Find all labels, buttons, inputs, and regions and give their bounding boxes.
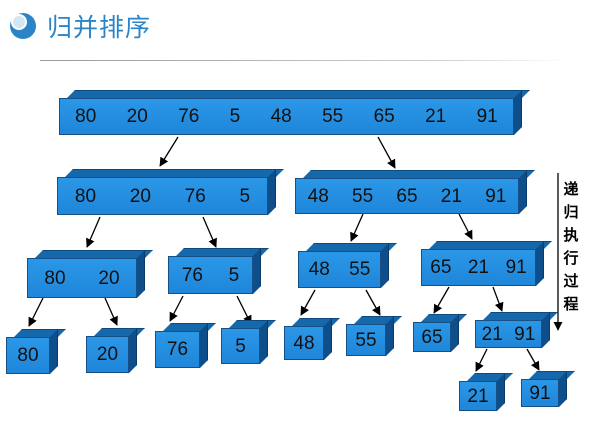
array-value: 48 (308, 259, 330, 280)
array-box-left-half: 80 20 76 5 (57, 169, 284, 215)
array-value: 48 (293, 332, 315, 354)
array-value: 21 (467, 385, 489, 407)
array-value: 65 (430, 257, 452, 278)
array-value: 21 (425, 106, 447, 127)
array-value: 65 (396, 185, 418, 207)
array-box-level2: 76 5 (168, 248, 269, 294)
array-value: 5 (228, 264, 240, 286)
arrow (377, 136, 396, 169)
arrow (526, 348, 540, 371)
array-value: 5 (229, 106, 241, 127)
array-value: 20 (129, 185, 151, 207)
array-value: 76 (181, 264, 203, 286)
array-value: 80 (74, 185, 97, 207)
array-value: 91 (529, 382, 551, 404)
array-box-leaf: 80 (6, 329, 66, 374)
array-value: 55 (349, 259, 371, 280)
arrow (475, 348, 488, 372)
array-box-leaf: 48 (284, 318, 340, 360)
array-box-leaf: 76 (155, 323, 216, 368)
array-value: 80 (44, 267, 66, 289)
array-box-leaf: 65 (413, 314, 467, 352)
arrow (350, 213, 364, 242)
array-box-level2: 80 20 (27, 250, 153, 298)
array-value: 91 (476, 106, 498, 127)
array-value: 48 (307, 185, 329, 207)
array-box-leaf: 20 (86, 328, 145, 373)
array-value: 65 (421, 326, 443, 348)
array-value: 20 (98, 267, 120, 289)
arrow (433, 286, 450, 314)
arrow (159, 136, 179, 167)
array-value: 48 (270, 106, 292, 127)
array-value: 55 (355, 329, 377, 351)
recursion-label: 递归执行过程 (563, 180, 579, 313)
arrow (202, 216, 217, 248)
array-value: 55 (352, 185, 374, 207)
array-value: 65 (373, 106, 395, 127)
array-box-leaf: 21 91 (475, 312, 558, 348)
array-value: 21 (440, 185, 462, 207)
array-box-leaf: 55 (346, 316, 402, 356)
arrow (169, 295, 184, 322)
array-value: 76 (166, 339, 189, 360)
array-value: 80 (17, 345, 39, 366)
arrow (104, 297, 118, 326)
arrow (86, 216, 101, 248)
array-value: 76 (178, 106, 200, 127)
slide: 归并排序 递归执行过程 80 20 76 5 48 55 65 21 91 80… (0, 0, 593, 428)
array-value: 20 (126, 106, 148, 127)
array-box-level2: 65 21 91 (421, 241, 552, 286)
arrow (28, 297, 44, 327)
arrow (458, 213, 473, 240)
array-box-level2: 48 55 (298, 243, 397, 288)
array-value: 91 (514, 323, 536, 345)
array-value: 21 (481, 323, 503, 345)
array-value: 5 (239, 185, 251, 207)
array-value: 91 (485, 185, 507, 207)
array-value: 20 (96, 344, 119, 365)
arrow (492, 286, 504, 312)
array-value: 91 (505, 257, 527, 278)
array-box-leaf: 5 (221, 320, 276, 364)
array-box-leaf: 91 (521, 371, 575, 407)
array-box-leaf: 21 (459, 373, 513, 411)
arrow (365, 289, 381, 316)
array-box-root: 80 20 76 5 48 55 65 21 91 (59, 90, 530, 135)
array-value: 5 (235, 335, 246, 357)
array-value: 80 (75, 106, 97, 127)
array-box-right-half: 48 55 65 21 91 (295, 170, 535, 214)
arrow (300, 289, 316, 316)
array-value: 21 (467, 257, 490, 278)
array-value: 55 (322, 106, 344, 127)
array-value: 76 (184, 185, 206, 207)
